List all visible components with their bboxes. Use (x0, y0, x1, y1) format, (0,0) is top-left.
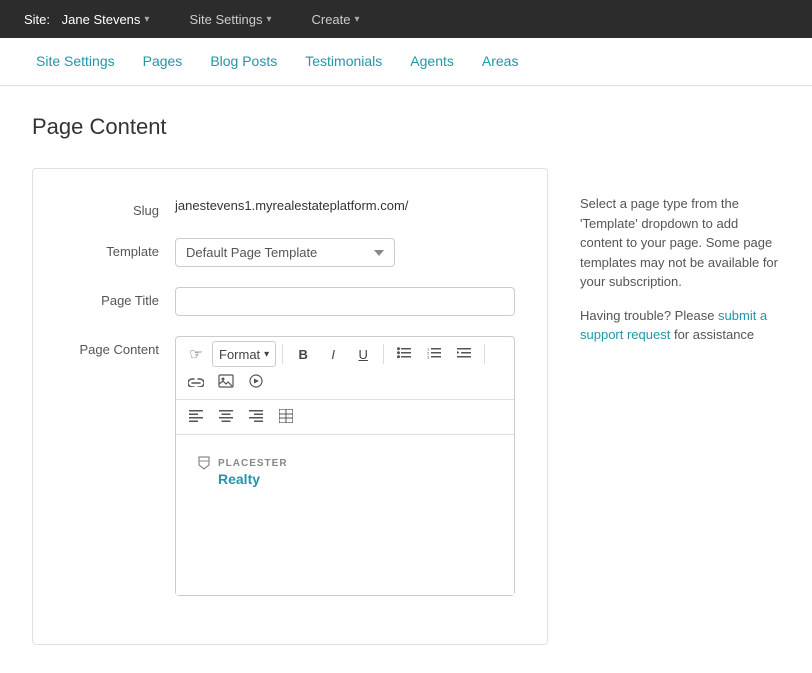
ul-icon (397, 347, 411, 362)
sub-nav-pages[interactable]: Pages (131, 39, 195, 85)
link-button[interactable] (182, 369, 210, 395)
sub-nav-blog-posts[interactable]: Blog Posts (198, 39, 289, 85)
site-chevron-icon: ▾ (144, 14, 149, 25)
page-title-field (175, 287, 515, 316)
placester-logo-block: PLACESTER Realty (188, 447, 502, 495)
placester-realty-text: Realty (196, 471, 494, 487)
editor-toolbar-row1: ☞ Format ▾ B (176, 337, 514, 400)
format-label: Format (219, 347, 260, 362)
create-nav-label: Create (311, 12, 350, 27)
slug-value: janestevens1.myrealestateplatform.com/ (175, 192, 408, 213)
sub-nav-testimonials[interactable]: Testimonials (293, 39, 394, 85)
image-icon (218, 374, 234, 391)
table-button[interactable] (272, 404, 300, 430)
bold-button[interactable]: B (289, 341, 317, 367)
page-content-field: ☞ Format ▾ B (175, 336, 515, 596)
page-title-row: Page Title (65, 287, 515, 316)
sidebar-info-text: Select a page type from the 'Template' d… (580, 194, 780, 292)
create-nav-item[interactable]: Create ▾ (303, 0, 367, 38)
indent-button[interactable] (450, 341, 478, 367)
svg-text:3: 3 (427, 354, 430, 359)
bold-icon: B (299, 347, 308, 362)
top-navigation: Site: Jane Stevens ▾ Site Settings ▾ Cre… (0, 0, 812, 38)
sidebar-help-suffix: for assistance (670, 327, 754, 342)
editor-content-area[interactable]: PLACESTER Realty (176, 435, 514, 595)
align-center-button[interactable] (212, 404, 240, 430)
italic-icon: I (331, 347, 335, 362)
form-section: Page Content Slug janestevens1.myrealest… (32, 114, 548, 645)
form-card: Slug janestevens1.myrealestateplatform.c… (32, 168, 548, 645)
underline-button[interactable]: U (349, 341, 377, 367)
sub-navigation: Site Settings Pages Blog Posts Testimoni… (0, 38, 812, 86)
play-icon (248, 374, 264, 391)
align-center-icon (219, 410, 233, 425)
sub-nav-areas[interactable]: Areas (470, 39, 531, 85)
sidebar-help-prefix: Having trouble? Please (580, 308, 718, 323)
template-select[interactable]: Default Page Template Home Page About Pa… (175, 238, 395, 267)
rich-text-editor: ☞ Format ▾ B (175, 336, 515, 596)
placester-logo-mark-icon (196, 455, 212, 471)
cursor-icon: ☞ (189, 345, 202, 363)
slug-label: Slug (65, 197, 175, 218)
site-settings-nav-item[interactable]: Site Settings ▾ (181, 0, 279, 38)
underline-icon: U (359, 347, 368, 362)
placester-icon: PLACESTER (196, 455, 494, 471)
toolbar-separator-2 (383, 344, 384, 364)
format-chevron-icon: ▾ (264, 349, 269, 360)
page-title-label: Page Title (65, 287, 175, 308)
editor-toolbar-row2 (176, 400, 514, 435)
unordered-list-button[interactable] (390, 341, 418, 367)
template-row: Template Default Page Template Home Page… (65, 238, 515, 267)
format-dropdown[interactable]: Format ▾ (212, 341, 276, 367)
align-right-button[interactable] (242, 404, 270, 430)
site-settings-chevron-icon: ▾ (266, 14, 271, 25)
site-text: Site: (24, 12, 50, 27)
placester-text: PLACESTER (218, 458, 288, 469)
sidebar-help-text: Having trouble? Please submit a support … (580, 306, 780, 345)
table-icon (279, 409, 293, 426)
page-title-input[interactable] (175, 287, 515, 316)
slug-row: Slug janestevens1.myrealestateplatform.c… (65, 197, 515, 218)
main-content: Page Content Slug janestevens1.myrealest… (0, 86, 812, 673)
template-label: Template (65, 238, 175, 259)
align-left-button[interactable] (182, 404, 210, 430)
page-content-row: Page Content ☞ Format ▾ (65, 336, 515, 596)
site-settings-nav-label: Site Settings (189, 12, 262, 27)
page-content-label: Page Content (65, 336, 175, 357)
site-name: Jane Stevens (62, 12, 141, 27)
site-label: Site: Jane Stevens ▾ (16, 0, 157, 38)
template-field: Default Page Template Home Page About Pa… (175, 238, 515, 267)
slug-field: janestevens1.myrealestateplatform.com/ (175, 197, 515, 213)
toolbar-separator-1 (282, 344, 283, 364)
ordered-list-button[interactable]: 123 (420, 341, 448, 367)
sidebar-info: Select a page type from the 'Template' d… (580, 114, 780, 645)
image-button[interactable] (212, 369, 240, 395)
align-left-icon (189, 410, 203, 425)
sub-nav-site-settings[interactable]: Site Settings (24, 39, 127, 85)
page-heading: Page Content (32, 114, 548, 140)
indent-icon (457, 347, 471, 362)
align-right-icon (249, 410, 263, 425)
toolbar-separator-3 (484, 344, 485, 364)
link-icon (188, 375, 204, 390)
ol-icon: 123 (427, 347, 441, 362)
create-chevron-icon: ▾ (355, 14, 360, 25)
cursor-tool-button[interactable]: ☞ (182, 341, 210, 367)
italic-button[interactable]: I (319, 341, 347, 367)
sub-nav-agents[interactable]: Agents (398, 39, 466, 85)
video-button[interactable] (242, 369, 270, 395)
